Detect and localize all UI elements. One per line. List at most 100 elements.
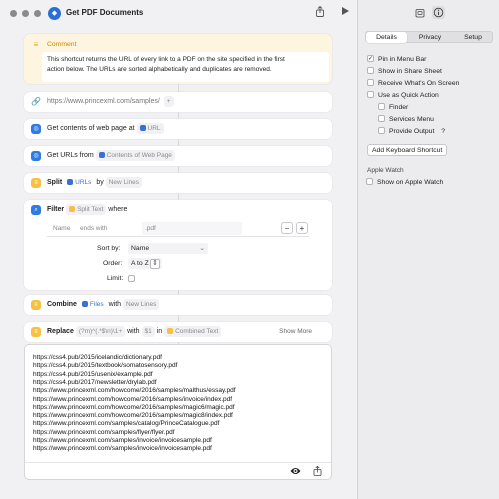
replace-label: Replace [47,328,74,335]
filter-where-label: where [108,206,128,213]
replace-pattern[interactable]: (?m)^(.*$\n)\1+ [75,325,126,337]
files-variable[interactable]: Files [79,299,107,310]
combine-label: Combine [47,301,77,308]
link-icon [139,124,146,131]
minimize-window-button[interactable] [22,10,29,17]
add-keyboard-shortcut-button[interactable]: Add Keyboard Shortcut [367,144,448,156]
combined-text-variable-text: Combined Text [175,327,219,335]
url-value[interactable]: https://www.princexml.com/samples/ [47,98,160,105]
url-action[interactable]: 🔗 https://www.princexml.com/samples/ + [24,92,332,112]
text-icon: ≡ [31,178,41,188]
option-receive-screen[interactable]: Receive What's On Screen [367,78,459,89]
show-more-button[interactable]: Show More [279,322,312,342]
order-label: Order: [103,260,123,267]
split-text-variable[interactable]: Split Text [66,203,107,215]
services-menu-label: Services Menu [389,116,434,123]
get-contents-action[interactable]: ◎ Get contents of web page at URL [24,119,332,139]
eye-icon[interactable] [290,466,301,478]
limit-checkbox[interactable] [128,275,135,282]
filter-condition: Name ends with .pdf [47,221,309,237]
split-by-label: by [96,179,104,186]
combine-row: Combine Files with New Lines [47,295,160,315]
services-menu-checkbox[interactable] [378,114,385,122]
filter-icon: ⌕ [31,205,41,215]
condition-operator[interactable]: ends with [80,222,107,235]
chevron-updown-icon: ⇕ [150,259,160,269]
tab-details[interactable]: Details [366,32,407,43]
combine-action[interactable]: ≡ Combine Files with New Lines [24,295,332,315]
comment-line-2: action below. The URLs are sorted alphab… [47,66,272,73]
option-provide-output[interactable]: Provide Output ? [378,126,445,137]
finder-checkbox[interactable] [378,102,385,110]
pin-menu-bar-checkbox[interactable]: ✓ [367,54,374,62]
condition-field[interactable]: Name [53,222,70,235]
info-icon[interactable] [432,6,445,19]
apple-watch-checkbox[interactable] [366,177,373,185]
chevron-down-icon: ⌄ [199,245,205,252]
safari-icon: ◎ [31,151,41,161]
contents-variable[interactable]: Contents of Web Page [95,149,175,161]
combined-text-variable[interactable]: Combined Text [164,325,222,337]
safari-icon [67,178,74,185]
zoom-window-button[interactable] [34,10,41,17]
receive-screen-checkbox[interactable] [367,78,374,86]
split-separator[interactable]: New Lines [105,176,143,188]
close-window-button[interactable] [10,10,17,17]
files-variable-text: Files [89,300,104,308]
get-contents-label: Get contents of web page at [47,125,135,132]
get-urls-action[interactable]: ◎ Get URLs from Contents of Web Page [24,146,332,166]
add-url-button[interactable]: + [163,95,174,107]
condition-value[interactable]: .pdf [142,222,242,235]
window-title: Get PDF Documents [66,8,144,17]
comment-card[interactable]: ≡ Comment This shortcut returns the URL … [24,34,332,84]
comment-text[interactable]: This shortcut returns the URL of every l… [42,52,329,82]
output-line: https://www.princexml.com/howcome/2016/s… [33,395,233,403]
option-share-sheet[interactable]: Show in Share Sheet [367,66,442,77]
replace-replacement[interactable]: $1 [141,325,155,337]
help-icon[interactable]: ? [441,128,445,135]
remove-condition-button[interactable]: − [281,222,293,234]
tab-privacy[interactable]: Privacy [409,32,451,43]
filter-action[interactable]: ⌕ Filter Split Text where Name ends with… [24,200,332,290]
option-quick-action[interactable]: Use as Quick Action [367,90,439,101]
safari-icon: ◎ [31,124,41,134]
replace-row: Replace (?m)^(.*$\n)\1+ with $1 in Combi… [47,322,222,342]
split-label: Split [47,179,63,186]
output-line: https://css4.pub/2017/newsletter/drylab.… [33,378,157,386]
editor-pane: ◆ Get PDF Documents ≡ Comment This short… [0,0,357,499]
replace-action[interactable]: ≡ Replace (?m)^(.*$\n)\1+ with $1 in Com… [24,322,332,342]
output-line: https://css4.pub/2015/textbook/somatosen… [33,362,178,370]
add-condition-button[interactable]: + [296,222,308,234]
limit-label: Limit: [107,275,124,282]
receive-screen-label: Receive What's On Screen [378,80,460,87]
share-sheet-checkbox[interactable] [367,66,374,74]
url-variable[interactable]: URL [136,122,164,134]
tab-setup[interactable]: Setup [452,32,494,43]
option-apple-watch[interactable]: Show on Apple Watch [366,177,443,188]
library-icon[interactable] [415,8,425,20]
text-icon: ≡ [31,327,41,337]
option-pin-menu-bar[interactable]: ✓ Pin in Menu Bar [367,54,426,65]
play-icon[interactable] [338,6,352,19]
provide-output-checkbox[interactable] [378,126,385,134]
output-line: https://www.princexml.com/howcome/2016/s… [33,387,236,395]
quick-action-checkbox[interactable] [367,90,374,98]
replace-in-label: in [156,328,163,335]
quick-action-label: Use as Quick Action [378,92,439,99]
urls-variable[interactable]: URLs [64,177,94,188]
output-line: https://www.princexml.com/samples/invoic… [33,445,212,453]
provide-output-label: Provide Output [389,128,435,135]
sort-label: Sort by: [97,245,121,252]
share-icon[interactable] [313,465,322,478]
option-services-menu[interactable]: Services Menu [378,114,434,125]
split-action[interactable]: ≡ Split URLs by New Lines [24,173,332,193]
option-finder[interactable]: Finder [378,102,408,113]
order-select[interactable]: A to Z ⇕ [128,258,162,269]
output-preview[interactable]: https://css4.pub/2015/icelandic/dictiona… [24,344,332,480]
shortcut-app-icon[interactable]: ◆ [48,7,61,20]
combine-separator[interactable]: New Lines [123,298,160,310]
combine-with-label: with [108,301,122,308]
share-icon[interactable] [313,5,327,20]
sort-select[interactable]: Name ⌄ [128,243,208,254]
safari-icon [98,151,105,158]
